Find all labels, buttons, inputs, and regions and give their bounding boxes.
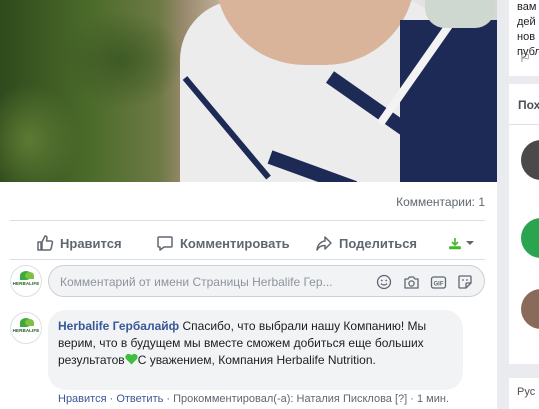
suggestion-avatar[interactable] xyxy=(521,218,539,258)
svg-text:GIF: GIF xyxy=(433,281,443,287)
gif-icon[interactable]: GIF xyxy=(429,273,447,291)
audience-selector[interactable] xyxy=(448,230,481,256)
divider xyxy=(10,220,485,221)
comment-author-avatar[interactable]: HERBALIFE xyxy=(10,312,42,344)
sidebar-language[interactable]: Рус xyxy=(509,378,539,409)
sidebar-line: нов xyxy=(517,31,536,43)
comment-bubble: Herbalife Гербалайф Спасибо, что выбрали… xyxy=(48,310,463,390)
sidebar-section-header: Пох xyxy=(518,98,539,112)
commented-by-name[interactable]: Наталия Писклова xyxy=(297,393,392,405)
comment-meta: Нравится · Ответить · Прокомментировал(-… xyxy=(58,393,449,405)
sidebar-line: дей xyxy=(517,16,536,28)
comment-input-placeholder: Комментарий от имени Страницы Herbalife … xyxy=(60,275,333,289)
herbalife-leaf-icon xyxy=(25,272,34,279)
comment-text-signoff: С уважением, Компания Herbalife Nutritio… xyxy=(137,353,376,367)
divider xyxy=(509,124,539,125)
comment-author[interactable]: Herbalife Гербалайф xyxy=(58,319,179,333)
post-actions: Нравится Комментировать Поделиться xyxy=(10,230,485,256)
comment-button[interactable]: Комментировать xyxy=(156,230,290,256)
comment-label: Комментировать xyxy=(180,235,290,251)
photo-glass xyxy=(425,0,495,28)
like-button[interactable]: Нравится xyxy=(36,230,122,256)
post-card: Комментарии: 1 Нравится Комментировать П… xyxy=(0,0,497,409)
comment-reply-links[interactable]: Нравится · Ответить · xyxy=(58,393,173,405)
comment-composer: HERBALIFE Комментарий от имени Страницы … xyxy=(10,264,485,298)
green-heart-icon xyxy=(125,353,138,365)
post-photo[interactable] xyxy=(0,0,497,182)
herbalife-leaf-icon xyxy=(25,319,34,326)
sidebar-top-card: вам дей нов публ ⚐ xyxy=(509,0,539,76)
sidebar-suggestions: Пох xyxy=(509,84,539,364)
commented-by-label: Прокомментировал(-а): xyxy=(173,393,297,405)
download-green-icon xyxy=(449,238,461,250)
thumbs-up-icon xyxy=(37,235,54,251)
pin-icon[interactable]: ⚐ xyxy=(519,50,531,65)
composer-tools: GIF xyxy=(375,273,474,291)
share-label: Поделиться xyxy=(339,235,418,251)
suggestion-avatar[interactable] xyxy=(521,140,539,180)
sticker-icon[interactable] xyxy=(456,273,474,291)
page-avatar[interactable]: HERBALIFE xyxy=(10,265,42,297)
comment-bubble-icon xyxy=(157,236,173,251)
share-arrow-icon xyxy=(316,236,332,251)
like-label: Нравится xyxy=(60,235,122,251)
avatar-logo-text: HERBALIFE xyxy=(12,328,40,333)
photo-navy-garment xyxy=(400,20,497,182)
comments-count[interactable]: Комментарии: 1 xyxy=(396,195,485,209)
comment-time[interactable]: [?] · 1 мин. xyxy=(392,393,449,405)
sidebar-line: вам xyxy=(517,1,537,13)
divider xyxy=(10,259,485,260)
comment-input[interactable]: Комментарий от имени Страницы Herbalife … xyxy=(48,265,485,297)
chevron-down-icon xyxy=(466,241,474,245)
camera-icon[interactable] xyxy=(402,273,420,291)
avatar-logo-text: HERBALIFE xyxy=(12,281,40,286)
emoji-icon[interactable] xyxy=(375,273,393,291)
right-sidebar: вам дей нов публ ⚐ Пох Рус xyxy=(509,0,539,409)
share-button[interactable]: Поделиться xyxy=(315,230,417,256)
suggestion-avatar[interactable] xyxy=(521,289,539,329)
